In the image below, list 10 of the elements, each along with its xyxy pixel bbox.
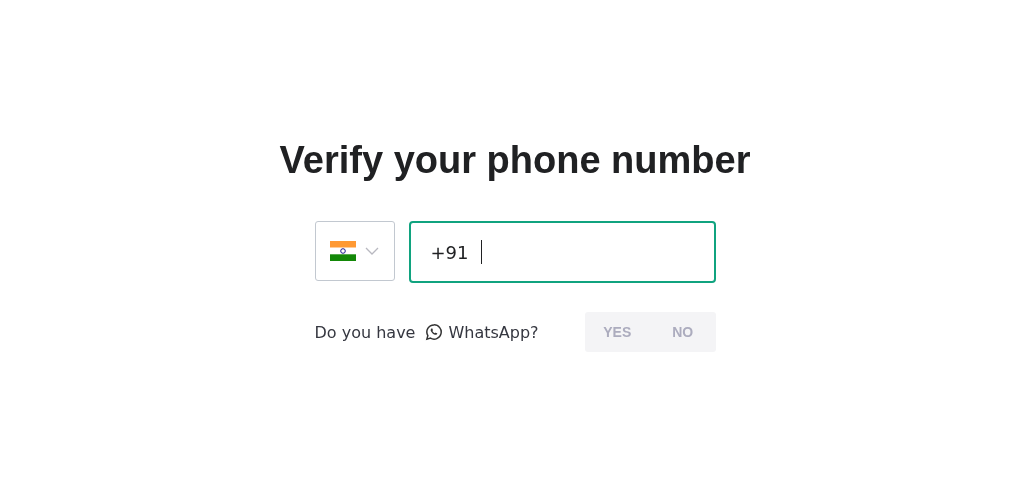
chat-bubble-icon bbox=[425, 323, 444, 341]
phone-field[interactable]: +91 bbox=[408, 221, 716, 283]
option-button[interactable]: YES bbox=[584, 312, 650, 352]
flag-icon bbox=[330, 241, 356, 261]
option-button[interactable]: NO bbox=[650, 312, 716, 352]
question-text: Do you have bbox=[314, 322, 416, 342]
whatsapp-label: WhatsApp? bbox=[448, 322, 539, 342]
chevron-down-icon bbox=[365, 247, 379, 255]
country-dropdown[interactable] bbox=[314, 221, 395, 281]
page-title: Verify your phone number bbox=[279, 138, 751, 182]
